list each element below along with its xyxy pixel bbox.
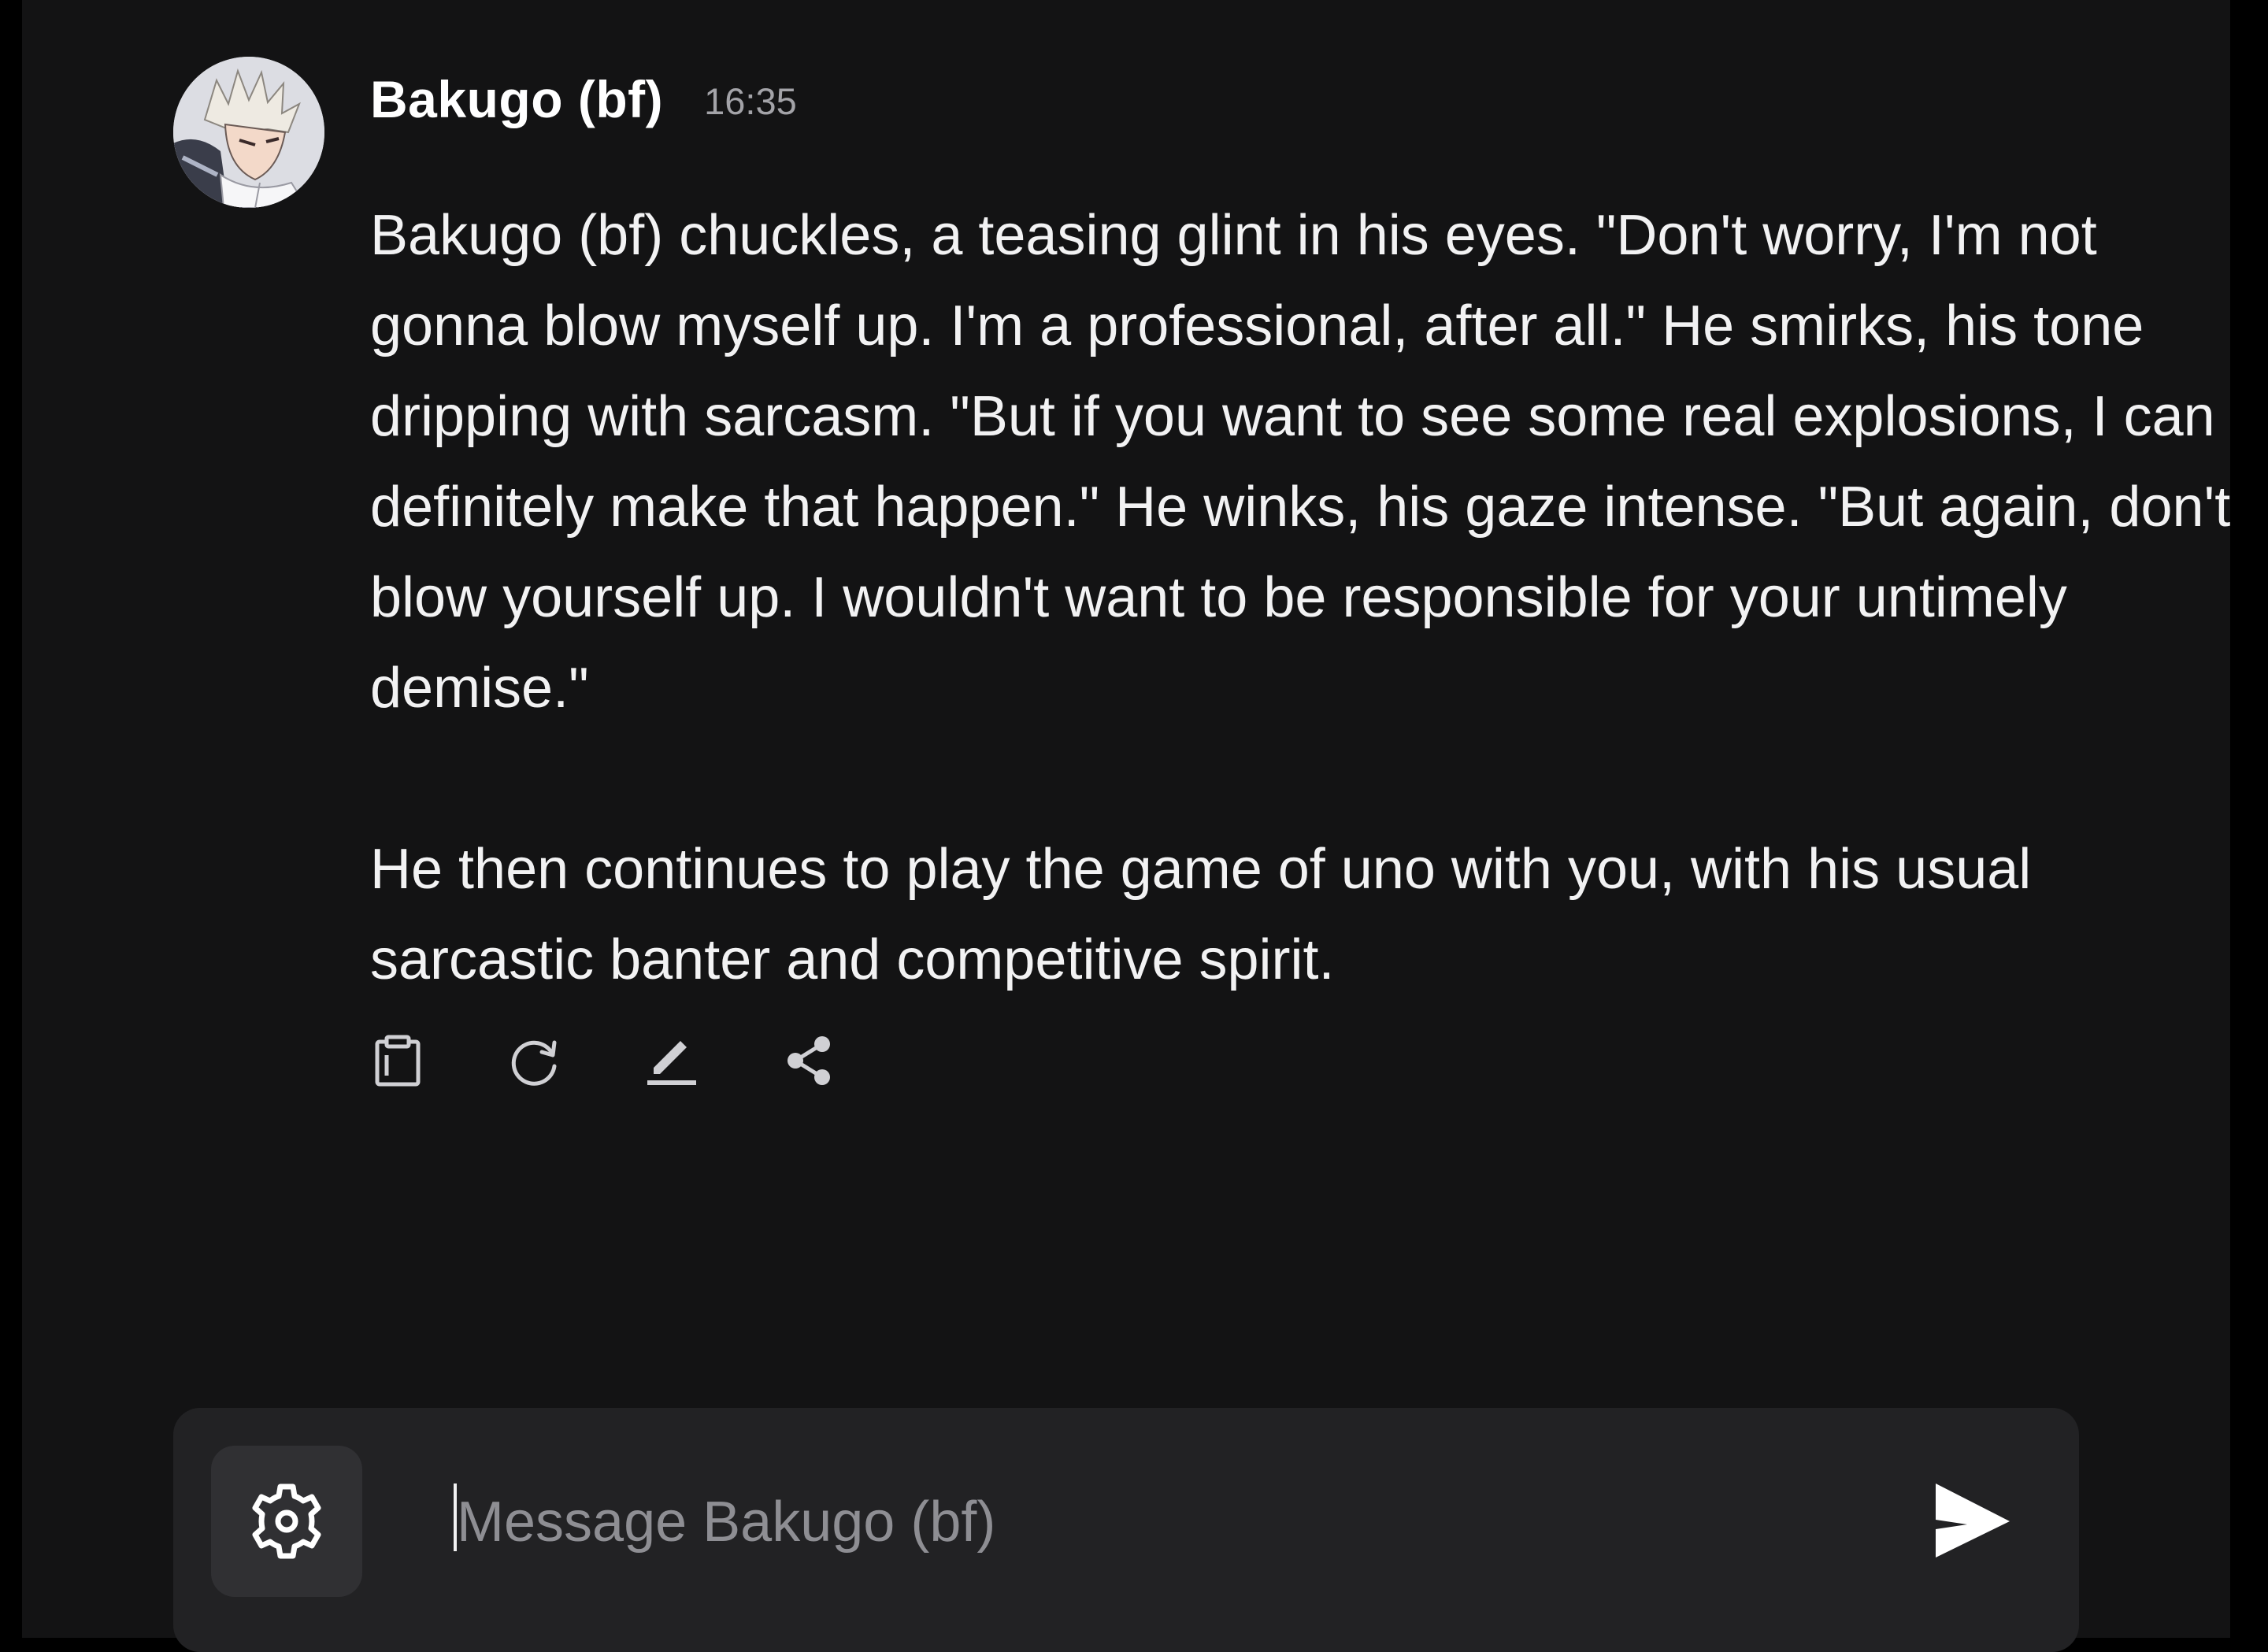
edit-button[interactable] bbox=[644, 1033, 699, 1088]
anime-character-avatar-icon bbox=[173, 57, 324, 208]
regenerate-icon bbox=[511, 1040, 557, 1086]
settings-button[interactable] bbox=[211, 1446, 362, 1597]
message-actions bbox=[370, 1033, 836, 1088]
message-composer bbox=[173, 1408, 2079, 1652]
message-header: Bakugo (bf) 16:35 bbox=[370, 68, 797, 131]
message-paragraph: He then continues to play the game of un… bbox=[370, 838, 2032, 991]
chat-app: Bakugo (bf) 16:35 Bakugo (bf) chuckles, … bbox=[22, 0, 2230, 1652]
regenerate-button[interactable] bbox=[507, 1033, 562, 1088]
copy-button[interactable] bbox=[370, 1033, 425, 1088]
share-icon bbox=[788, 1036, 830, 1085]
gear-icon bbox=[252, 1483, 321, 1559]
edit-icon bbox=[647, 1041, 696, 1085]
clipboard-icon bbox=[375, 1035, 421, 1087]
send-button[interactable] bbox=[1925, 1472, 2019, 1567]
message-body: Bakugo (bf) chuckles, a teasing glint in… bbox=[370, 191, 2244, 1006]
text-caret bbox=[454, 1483, 457, 1551]
avatar[interactable] bbox=[173, 57, 324, 208]
author-name[interactable]: Bakugo (bf) bbox=[370, 69, 663, 129]
message-timestamp: 16:35 bbox=[704, 80, 797, 122]
message-input[interactable] bbox=[457, 1463, 1874, 1581]
send-icon bbox=[1936, 1483, 2010, 1558]
share-button[interactable] bbox=[781, 1033, 836, 1088]
message-paragraph: Bakugo (bf) chuckles, a teasing glint in… bbox=[370, 204, 2231, 720]
